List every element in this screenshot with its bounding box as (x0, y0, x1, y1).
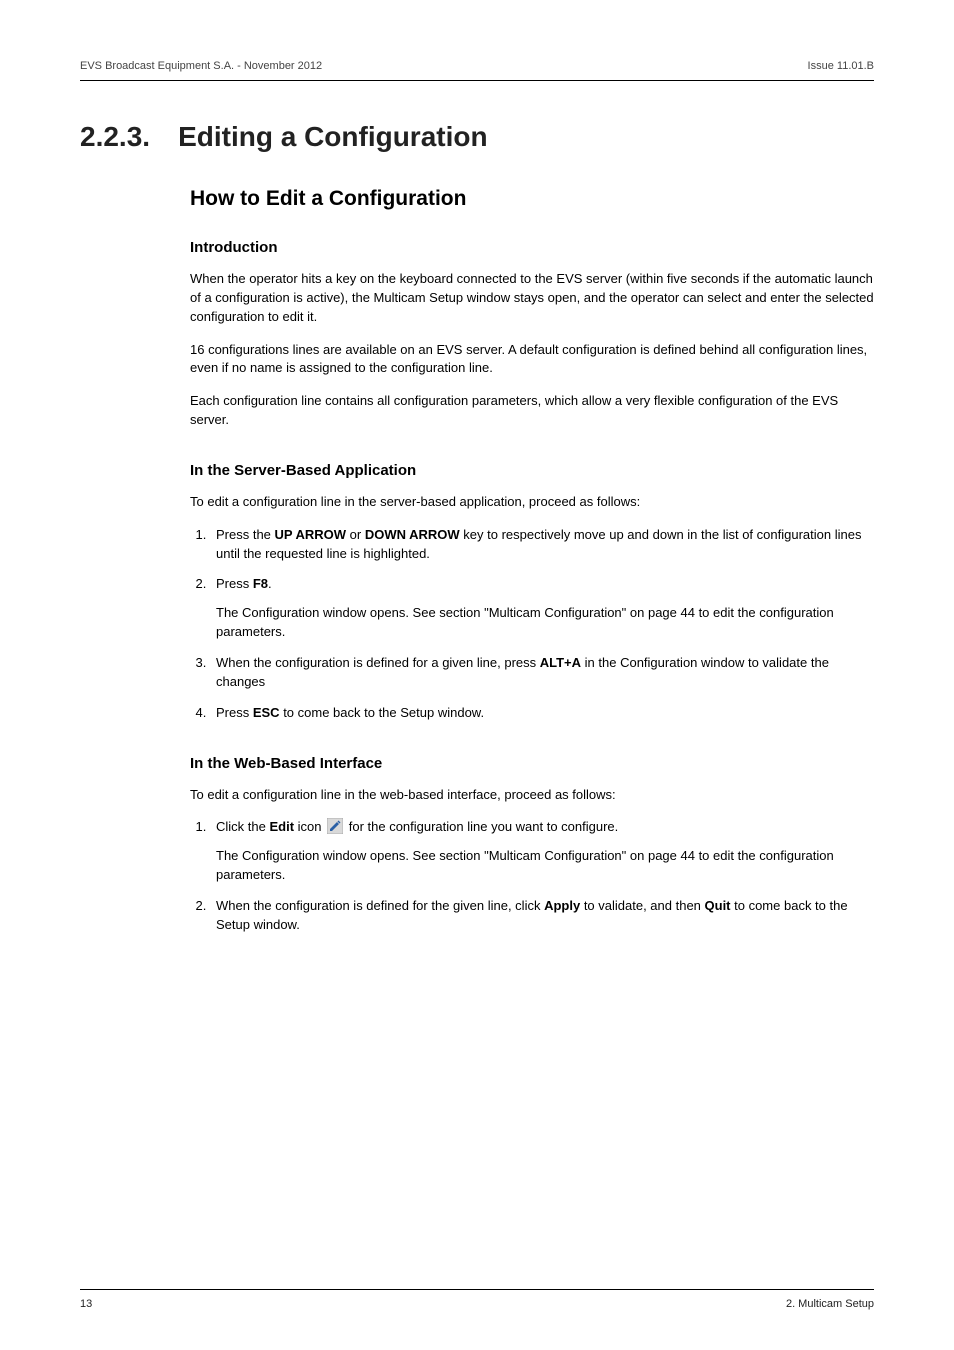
intro-paragraph-3: Each configuration line contains all con… (190, 392, 874, 430)
pencil-edit-icon (327, 818, 343, 834)
step-text: When the configuration is defined for th… (216, 898, 544, 913)
step-text: for the configuration line you want to c… (345, 819, 618, 834)
web-based-lead: To edit a configuration line in the web-… (190, 786, 874, 805)
step-text: Press the (216, 527, 275, 542)
footer-rule (80, 1289, 874, 1290)
footer-page-number: 13 (80, 1298, 92, 1310)
step-text: When the configuration is defined for a … (216, 655, 540, 670)
step-text: Press (216, 705, 253, 720)
footer-section-label: 2. Multicam Setup (786, 1298, 874, 1310)
server-based-lead: To edit a configuration line in the serv… (190, 493, 874, 512)
intro-paragraph-2: 16 configurations lines are available on… (190, 341, 874, 379)
server-step-2-sub: The Configuration window opens. See sect… (216, 604, 874, 642)
key-edit: Edit (269, 819, 294, 834)
server-step-1: Press the UP ARROW or DOWN ARROW key to … (210, 526, 874, 564)
server-step-4: Press ESC to come back to the Setup wind… (210, 704, 874, 723)
section-title: Editing a Configuration (178, 121, 488, 153)
introduction-section: Introduction When the operator hits a ke… (190, 239, 874, 430)
section-number: 2.2.3. (80, 121, 150, 153)
web-based-heading: In the Web-Based Interface (190, 755, 874, 772)
header-right: Issue 11.01.B (808, 60, 874, 72)
intro-paragraph-1: When the operator hits a key on the keyb… (190, 270, 874, 327)
server-step-2: Press F8. The Configuration window opens… (210, 575, 874, 642)
introduction-heading: Introduction (190, 239, 874, 256)
web-based-section: In the Web-Based Interface To edit a con… (190, 755, 874, 935)
howto-heading: How to Edit a Configuration (190, 187, 874, 211)
step-text: Click the (216, 819, 269, 834)
step-text: Press (216, 576, 253, 591)
web-step-1: Click the Edit icon for the configuratio… (210, 818, 874, 885)
step-text: icon (294, 819, 325, 834)
key-esc: ESC (253, 705, 280, 720)
page-footer: 13 2. Multicam Setup (80, 1289, 874, 1310)
web-step-1-sub: The Configuration window opens. See sect… (216, 847, 874, 885)
header-rule (80, 80, 874, 81)
web-based-steps: Click the Edit icon for the configuratio… (190, 818, 874, 934)
key-down-arrow: DOWN ARROW (365, 527, 460, 542)
header-left: EVS Broadcast Equipment S.A. - November … (80, 60, 322, 72)
key-apply: Apply (544, 898, 580, 913)
web-step-2: When the configuration is defined for th… (210, 897, 874, 935)
server-based-section: In the Server-Based Application To edit … (190, 462, 874, 723)
step-text: to come back to the Setup window. (280, 705, 485, 720)
section-heading: 2.2.3. Editing a Configuration (80, 121, 874, 153)
step-text: . (268, 576, 272, 591)
step-text: or (346, 527, 365, 542)
server-based-steps: Press the UP ARROW or DOWN ARROW key to … (190, 526, 874, 723)
page-header: EVS Broadcast Equipment S.A. - November … (80, 60, 874, 80)
key-alt-a: ALT+A (540, 655, 581, 670)
key-up-arrow: UP ARROW (275, 527, 347, 542)
server-step-3: When the configuration is defined for a … (210, 654, 874, 692)
key-quit: Quit (705, 898, 731, 913)
step-text: to validate, and then (580, 898, 704, 913)
key-f8: F8 (253, 576, 268, 591)
server-based-heading: In the Server-Based Application (190, 462, 874, 479)
